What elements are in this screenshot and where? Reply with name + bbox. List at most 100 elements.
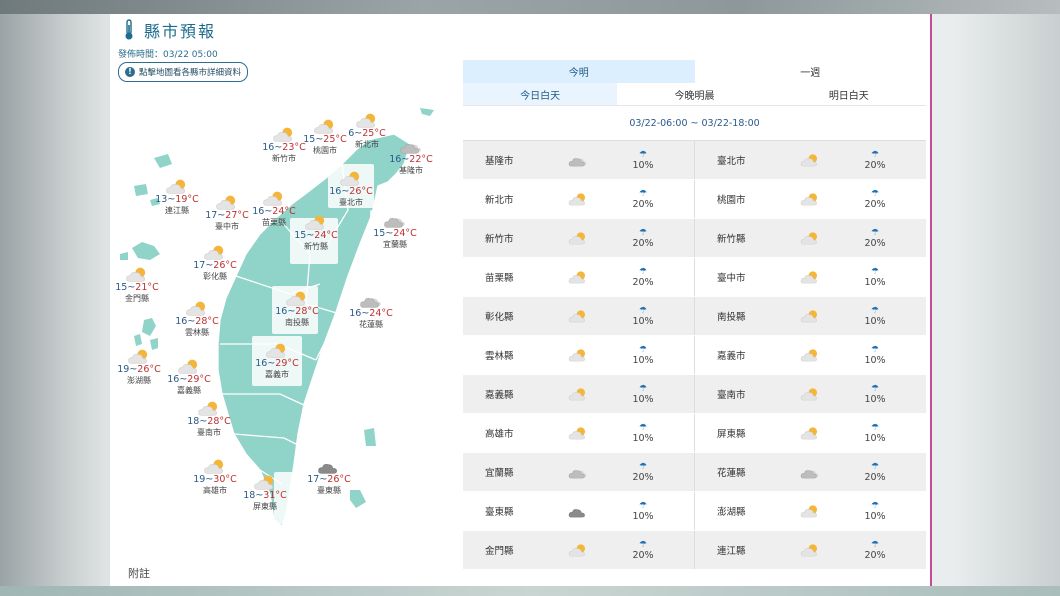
map-city-hualien[interactable]: 16~24°C 花蓮縣 [340,292,402,330]
cloudy-icon [384,218,405,228]
umbrella-icon: ☂ [870,383,880,394]
map-city-taitung[interactable]: 17~26°C 臺東縣 [298,458,360,496]
county-cell[interactable]: 桃園市 ☂ 20% [695,180,926,218]
overcast-icon [318,464,337,474]
city-temperature: 16~24°C [349,308,393,319]
county-name: 新竹縣 [717,234,746,245]
city-name: 宜蘭縣 [383,240,407,249]
county-cell[interactable]: 連江縣 ☂ 20% [695,531,926,569]
umbrella-icon: ☂ [638,266,648,277]
table-row: 基隆市 ☂ 10% 臺北市 ☂ 20% [463,141,926,180]
partly-sunny-icon [800,309,818,322]
partly-sunny-icon [198,401,218,416]
county-cell[interactable]: 彰化縣 ☂ 10% [463,297,695,335]
city-name: 臺北市 [339,198,363,207]
county-cell[interactable]: 宜蘭縣 ☂ 20% [463,453,695,491]
rain-probability: ☂ 20% [864,539,886,561]
tab-today-tomorrow[interactable]: 今明 [463,60,695,83]
county-cell[interactable]: 新竹縣 ☂ 20% [695,219,926,257]
county-cell[interactable]: 南投縣 ☂ 10% [695,297,926,335]
map-city-lienchiang[interactable]: 13~19°C 連江縣 [146,178,208,216]
rain-probability: ☂ 10% [632,149,654,171]
umbrella-icon: ☂ [638,149,648,160]
map-city-kinmen[interactable]: 15~21°C 金門縣 [106,266,168,304]
partly-sunny-icon [305,215,325,230]
partly-sunny-icon [186,301,206,316]
county-cell[interactable]: 澎湖縣 ☂ 10% [695,492,926,530]
map-city-chiayicity[interactable]: 16~29°C 嘉義市 [246,342,308,380]
map-city-pingtung[interactable]: 18~31°C 屏東縣 [234,474,296,512]
rain-probability: ☂ 10% [632,344,654,366]
county-cell[interactable]: 嘉義縣 ☂ 10% [463,375,695,413]
tab-tonight[interactable]: 今晚明晨 [617,83,771,105]
cloudy-icon [360,298,381,308]
county-name: 臺北市 [717,156,746,167]
map-city-yilan[interactable]: 15~24°C 宜蘭縣 [364,212,426,250]
county-cell[interactable]: 高雄市 ☂ 10% [463,414,695,452]
background-blur-top [0,0,1060,14]
umbrella-icon: ☂ [870,149,880,160]
partly-sunny-icon [568,309,586,322]
umbrella-icon: ☂ [870,344,880,355]
tab-today-day[interactable]: 今日白天 [463,83,618,105]
partly-sunny-icon [568,387,586,400]
county-name: 苗栗縣 [485,273,514,284]
map-city-nantou[interactable]: 16~28°C 南投縣 [266,290,328,328]
partly-sunny-icon [356,113,376,128]
county-cell[interactable]: 基隆市 ☂ 10% [463,141,695,179]
county-cell[interactable]: 臺東縣 ☂ 10% [463,492,695,530]
map-city-taipei[interactable]: 16~26°C 臺北市 [320,170,382,208]
umbrella-icon: ☂ [870,188,880,199]
county-name: 彰化縣 [485,312,514,323]
rain-probability: ☂ 20% [864,149,886,171]
city-temperature: 15~24°C [294,230,338,241]
partly-sunny-icon [800,231,818,244]
county-name: 雲林縣 [485,351,514,362]
umbrella-icon: ☂ [638,383,648,394]
partly-sunny-icon [800,348,818,361]
map-city-tainan[interactable]: 18~28°C 臺南市 [178,400,240,438]
cloudy-icon [568,469,587,478]
table-row: 宜蘭縣 ☂ 20% 花蓮縣 ☂ 20% [463,453,926,492]
city-temperature: 16~22°C [389,154,433,165]
rain-probability: ☂ 10% [864,383,886,405]
time-range: 03/22-06:00 ~ 03/22-18:00 [629,117,760,129]
tab-week[interactable]: 一週 [695,60,927,83]
county-cell[interactable]: 雲林縣 ☂ 10% [463,336,695,374]
county-cell[interactable]: 嘉義市 ☂ 10% [695,336,926,374]
map-city-hsinchucity[interactable]: 16~23°C 新竹市 [253,126,315,164]
county-name: 連江縣 [717,546,746,557]
partly-sunny-icon [266,343,286,358]
map-city-yunlin[interactable]: 16~28°C 雲林縣 [166,300,228,338]
county-cell[interactable]: 新竹市 ☂ 20% [463,219,695,257]
background-blur-bottom [0,586,1060,596]
tab-tomorrow-day[interactable]: 明日白天 [772,83,926,105]
county-name: 高雄市 [485,429,514,440]
county-cell[interactable]: 臺南市 ☂ 10% [695,375,926,413]
table-row: 嘉義縣 ☂ 10% 臺南市 ☂ 10% [463,375,926,414]
taiwan-map[interactable]: 16~22°C 基隆市 16~26°C 臺北市 6~25°C 新北市 15~25°C 桃園市 1… [110,14,460,586]
partly-sunny-icon [216,195,236,210]
penghu-island-shape [142,318,156,336]
umbrella-icon: ☂ [870,539,880,550]
county-cell[interactable]: 苗栗縣 ☂ 20% [463,258,695,296]
county-cell[interactable]: 金門縣 ☂ 20% [463,531,695,569]
city-temperature: 16~28°C [275,306,319,317]
county-cell[interactable]: 屏東縣 ☂ 10% [695,414,926,452]
partly-sunny-icon [340,171,360,186]
county-cell[interactable]: 新北市 ☂ 20% [463,180,695,218]
map-city-chiayicounty[interactable]: 16~29°C 嘉義縣 [158,358,220,396]
green-island-shape [364,428,376,446]
county-cell[interactable]: 臺北市 ☂ 20% [695,141,926,179]
partly-sunny-icon [273,127,293,142]
city-temperature: 16~29°C [255,358,299,369]
partly-sunny-icon [800,270,818,283]
county-name: 嘉義縣 [485,390,514,401]
county-cell[interactable]: 花蓮縣 ☂ 20% [695,453,926,491]
county-cell[interactable]: 臺中市 ☂ 10% [695,258,926,296]
partly-sunny-icon [800,543,818,556]
partly-sunny-icon [178,359,198,374]
rain-probability: ☂ 20% [632,461,654,483]
partly-sunny-icon [286,291,306,306]
map-city-changhua[interactable]: 17~26°C 彰化縣 [184,244,246,282]
